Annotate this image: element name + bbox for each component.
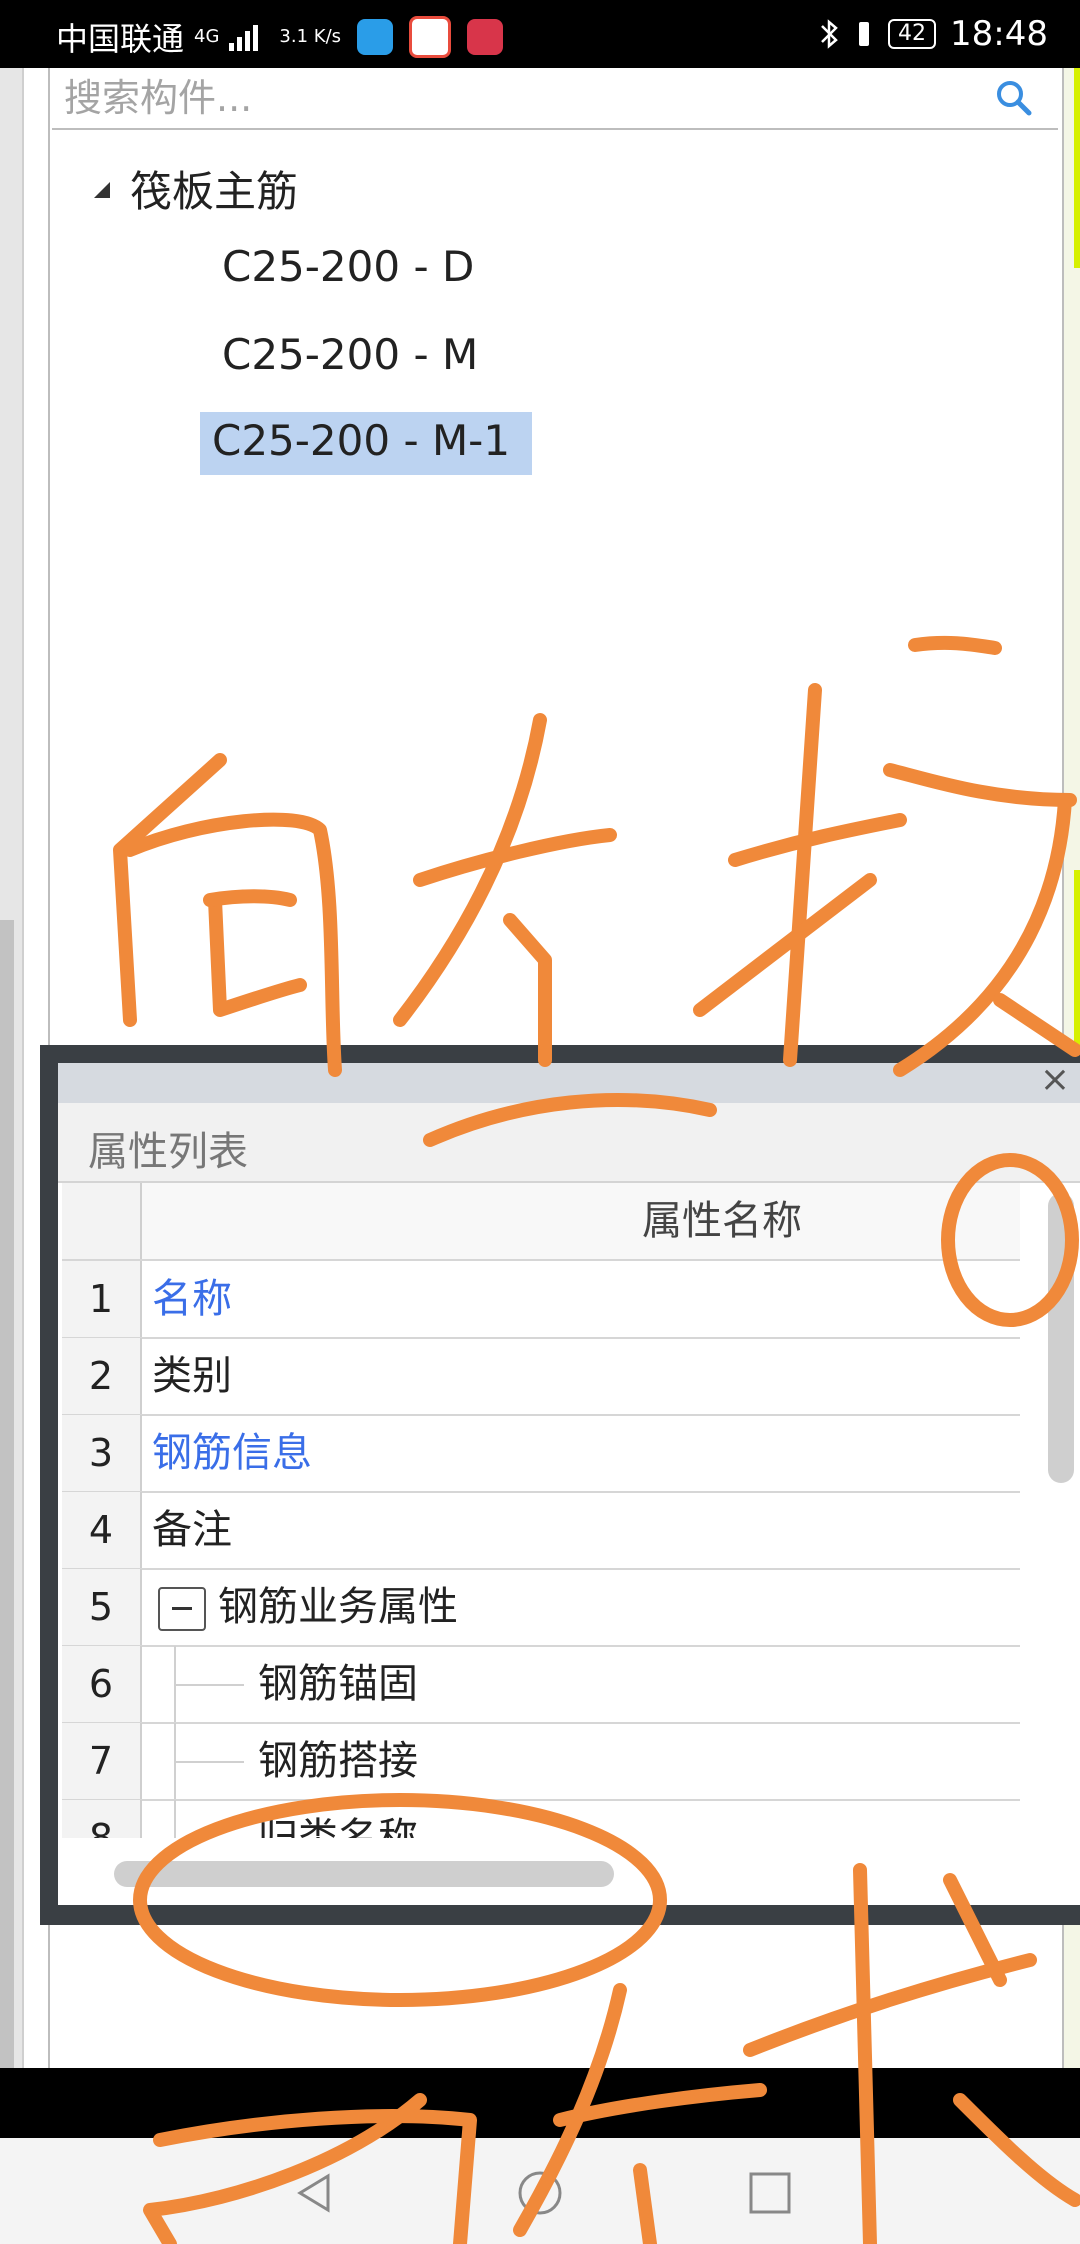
search-bar bbox=[52, 68, 1058, 130]
status-right: 42 18:48 bbox=[818, 14, 1048, 54]
property-grid: 属性名称 1 名称 2 类别 3 钢筋信息 4 备注 5 钢筋业务属性 6 钢筋… bbox=[62, 1183, 1020, 1838]
table-row[interactable]: 2 类别 bbox=[62, 1338, 1020, 1416]
close-icon[interactable]: × bbox=[1040, 1059, 1070, 1100]
property-name: 名称 bbox=[152, 1276, 232, 1322]
app-notification-icon bbox=[357, 19, 394, 55]
table-row[interactable]: 6 钢筋锚固 bbox=[62, 1646, 1020, 1724]
bluetooth-icon bbox=[821, 19, 838, 49]
right-edge-marker bbox=[1074, 870, 1080, 1070]
dialog-header: 属性列表 bbox=[58, 1103, 1080, 1183]
battery-indicator: 42 bbox=[888, 19, 937, 49]
status-left: 中国联通 4G 3.1 K/s bbox=[56, 14, 504, 60]
table-row[interactable]: 4 备注 bbox=[62, 1492, 1020, 1570]
right-edge-marker bbox=[1074, 68, 1080, 268]
vertical-scrollbar[interactable] bbox=[1048, 1193, 1074, 1483]
property-name: 钢筋搭接 bbox=[258, 1738, 418, 1784]
row-number: 5 bbox=[62, 1569, 142, 1645]
horizontal-scrollbar[interactable] bbox=[114, 1861, 614, 1887]
property-name: 钢筋业务属性 bbox=[218, 1584, 458, 1630]
collapse-triangle-icon[interactable] bbox=[90, 178, 112, 200]
row-number: 8 bbox=[62, 1800, 142, 1838]
dialog-titlebar[interactable]: × bbox=[58, 1059, 1080, 1103]
property-dialog-body: × 属性列表 属性名称 1 名称 2 类别 3 钢筋信息 4 备注 5 钢筋业务… bbox=[58, 1059, 1080, 1905]
home-icon[interactable] bbox=[515, 2168, 565, 2218]
row-number-header bbox=[62, 1183, 142, 1259]
navigation-bar bbox=[0, 2138, 1080, 2244]
clock: 18:48 bbox=[950, 14, 1048, 54]
property-name: 类别 bbox=[152, 1353, 232, 1399]
vibrate-icon bbox=[859, 22, 870, 46]
row-number: 1 bbox=[62, 1261, 142, 1337]
tree-root-label: 筏板主筋 bbox=[130, 167, 299, 216]
collapse-toggle-button[interactable] bbox=[158, 1587, 206, 1631]
table-row[interactable]: 7 钢筋搭接 bbox=[62, 1723, 1020, 1801]
dialog-title: 属性列表 bbox=[88, 1129, 248, 1175]
table-row[interactable]: 1 名称 bbox=[62, 1261, 1020, 1339]
app-notification-icon bbox=[467, 19, 504, 55]
grid-header-row: 属性名称 bbox=[62, 1183, 1020, 1261]
property-name: 备注 bbox=[152, 1507, 232, 1553]
property-dialog: × 属性列表 属性名称 1 名称 2 类别 3 钢筋信息 4 备注 5 钢筋业务… bbox=[40, 1045, 1080, 1925]
back-icon[interactable] bbox=[290, 2168, 340, 2218]
left-edge-scrollbar[interactable] bbox=[0, 920, 14, 2070]
network-type: 4G bbox=[194, 26, 220, 47]
bottom-black-band bbox=[0, 2068, 1080, 2138]
property-name: 钢筋锚固 bbox=[258, 1661, 418, 1707]
table-row[interactable]: 8 归类名称 bbox=[62, 1800, 1020, 1838]
tree-connector bbox=[174, 1761, 244, 1763]
search-input[interactable] bbox=[62, 74, 966, 122]
row-number: 7 bbox=[62, 1723, 142, 1799]
status-bar: 中国联通 4G 3.1 K/s 42 18:48 bbox=[0, 0, 1080, 68]
row-number: 3 bbox=[62, 1415, 142, 1491]
tree-item[interactable]: C25-200 - D bbox=[210, 238, 486, 295]
row-number: 2 bbox=[62, 1338, 142, 1414]
tree-item[interactable]: C25-200 - M bbox=[210, 326, 490, 383]
carrier-label: 中国联通 bbox=[56, 20, 185, 58]
tree-item-selected[interactable]: C25-200 - M-1 bbox=[200, 412, 533, 475]
table-row[interactable]: 3 钢筋信息 bbox=[62, 1415, 1020, 1493]
signal-icon bbox=[229, 25, 259, 51]
tree-root-node[interactable]: 筏板主筋 bbox=[90, 158, 298, 219]
column-header[interactable]: 属性名称 bbox=[642, 1183, 802, 1259]
recents-icon[interactable] bbox=[745, 2168, 795, 2218]
search-icon[interactable] bbox=[994, 78, 1034, 118]
row-number: 6 bbox=[62, 1646, 142, 1722]
tree-connector bbox=[174, 1800, 176, 1838]
property-name: 钢筋信息 bbox=[152, 1430, 312, 1476]
tree-connector bbox=[174, 1684, 244, 1686]
row-number: 4 bbox=[62, 1492, 142, 1568]
app-notification-icon bbox=[409, 16, 452, 58]
network-speed: 3.1 K/s bbox=[279, 26, 342, 47]
property-name: 归类名称 bbox=[258, 1815, 418, 1838]
table-row[interactable]: 5 钢筋业务属性 bbox=[62, 1569, 1020, 1647]
